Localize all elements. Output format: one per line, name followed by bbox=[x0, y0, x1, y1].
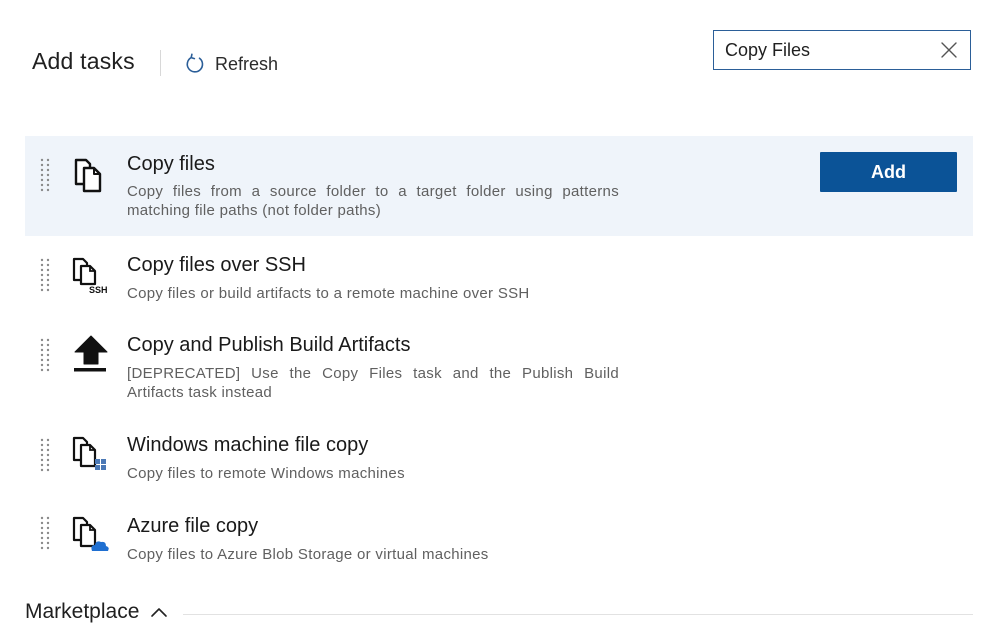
refresh-button[interactable]: Refresh bbox=[184, 50, 278, 78]
page-title: Add tasks bbox=[32, 48, 135, 74]
task-description: Copy files to remote Windows machines bbox=[127, 465, 405, 482]
task-list: Copy files Copy files from a source fold… bbox=[25, 136, 973, 576]
task-description: [DEPRECATED] Use the Copy Files task and… bbox=[127, 365, 619, 401]
drag-handle-icon[interactable] bbox=[40, 438, 50, 474]
task-row-azure-file-copy[interactable]: Azure file copy Copy files to Azure Blob… bbox=[25, 496, 973, 576]
panel-header: Add tasks Refresh bbox=[0, 0, 1000, 110]
search-input[interactable] bbox=[714, 31, 936, 69]
task-row-copy-files[interactable]: Copy files Copy files from a source fold… bbox=[25, 136, 973, 236]
drag-handle-icon[interactable] bbox=[40, 158, 50, 194]
add-task-button[interactable]: Add bbox=[820, 152, 957, 192]
drag-handle-icon[interactable] bbox=[40, 258, 50, 294]
chevron-up-icon[interactable] bbox=[150, 606, 168, 618]
drag-handle-icon[interactable] bbox=[40, 338, 50, 374]
section-divider bbox=[183, 614, 973, 615]
marketplace-section: Marketplace bbox=[25, 600, 973, 626]
task-row-copy-publish-artifacts[interactable]: Copy and Publish Build Artifacts [DEPREC… bbox=[25, 316, 973, 416]
search-box bbox=[713, 30, 971, 70]
task-description: Copy files or build artifacts to a remot… bbox=[127, 285, 530, 302]
task-name: Azure file copy bbox=[127, 515, 259, 537]
ssh-badge-text: SSH bbox=[89, 285, 108, 295]
task-description: Copy files to Azure Blob Storage or virt… bbox=[127, 546, 489, 563]
header-divider bbox=[160, 50, 161, 76]
windows-file-copy-icon bbox=[71, 435, 111, 475]
close-icon[interactable] bbox=[940, 41, 958, 59]
drag-handle-icon[interactable] bbox=[40, 516, 50, 552]
task-name: Copy files over SSH bbox=[127, 254, 306, 276]
task-description: Copy files from a source folder to a tar… bbox=[127, 183, 619, 219]
task-row-copy-files-ssh[interactable]: SSH Copy files over SSH Copy files or bu… bbox=[25, 236, 973, 316]
refresh-label: Refresh bbox=[215, 53, 279, 74]
task-row-windows-file-copy[interactable]: Windows machine file copy Copy files to … bbox=[25, 416, 973, 496]
azure-file-copy-icon bbox=[71, 515, 111, 555]
task-name: Windows machine file copy bbox=[127, 434, 369, 456]
copy-files-ssh-icon: SSH bbox=[71, 256, 111, 296]
upload-arrow-icon bbox=[71, 334, 111, 374]
task-name: Copy files bbox=[127, 153, 215, 175]
add-tasks-panel: Add tasks Refresh Copy Files Copy files … bbox=[0, 0, 1000, 640]
marketplace-label[interactable]: Marketplace bbox=[25, 600, 139, 624]
refresh-icon bbox=[184, 53, 206, 75]
copy-files-icon bbox=[71, 156, 111, 196]
task-name: Copy and Publish Build Artifacts bbox=[127, 334, 411, 356]
